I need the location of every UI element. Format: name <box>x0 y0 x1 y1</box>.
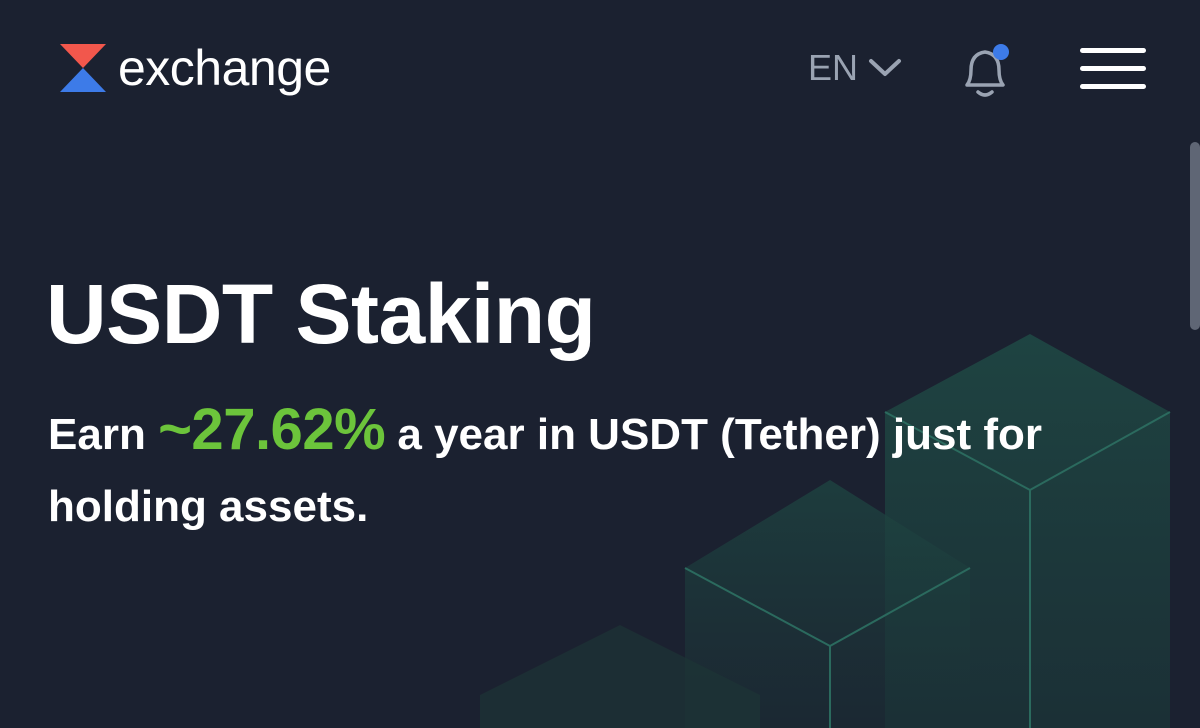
page-title: USDT Staking <box>46 267 596 361</box>
chevron-down-icon <box>869 59 902 76</box>
staking-description: Earn ~27.62% a year in USDT (Tether) jus… <box>48 394 1158 543</box>
exchange-logo-icon <box>60 44 106 92</box>
brand-name: exchange <box>118 40 331 96</box>
language-label: EN <box>808 47 859 88</box>
subtitle-prefix: Earn <box>48 410 146 459</box>
language-selector[interactable]: EN <box>808 44 902 92</box>
exchange-logo[interactable]: exchange <box>58 38 331 98</box>
top-navigation-bar: exchange EN <box>0 0 1200 140</box>
hamburger-menu-icon[interactable] <box>1080 46 1146 92</box>
annual-rate: ~27.62% <box>158 397 386 462</box>
notifications-button[interactable] <box>956 40 1016 102</box>
unread-dot <box>993 44 1009 60</box>
bell-icon <box>965 44 1009 97</box>
